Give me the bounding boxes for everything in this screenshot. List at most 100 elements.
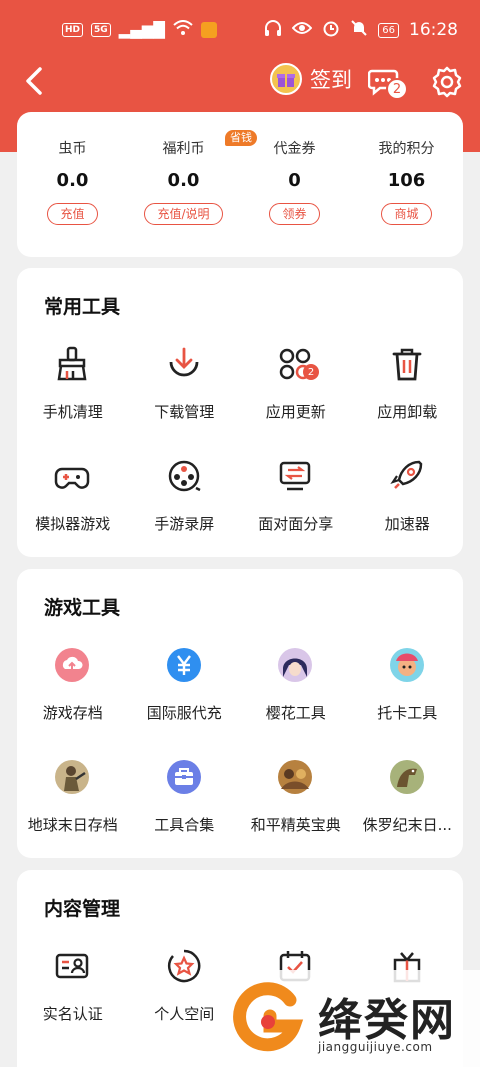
tool-intl-recharge[interactable]: 国际服代充 bbox=[129, 641, 241, 753]
rocket-icon bbox=[389, 460, 422, 489]
wallet-label: 虫币 bbox=[58, 141, 87, 157]
tool-peace-elite[interactable]: 和平精英宝典 bbox=[240, 753, 352, 865]
download-icon bbox=[169, 347, 198, 377]
site-watermark: 绛癸网 jiangguijiuye.com bbox=[222, 970, 480, 1067]
soldier-avatar bbox=[55, 760, 89, 794]
watermark-logo-icon bbox=[233, 982, 304, 1052]
game-tools-card: 游戏工具 游戏存档 国际服代充 樱花工具 托卡工具 地球末日存档 工具合集 和平… bbox=[17, 569, 463, 858]
alarm-icon bbox=[322, 19, 340, 41]
tool-label: 实名认证 bbox=[42, 1005, 103, 1023]
tool-label: 应用更新 bbox=[265, 403, 326, 421]
back-button[interactable] bbox=[22, 65, 52, 97]
tool-label: 国际服代充 bbox=[146, 704, 222, 722]
headphones-icon bbox=[264, 19, 282, 41]
mute-icon bbox=[350, 19, 368, 41]
tool-face-to-face-share[interactable]: 面对面分享 bbox=[240, 452, 352, 564]
tool-label: 面对面分享 bbox=[258, 515, 334, 533]
game-tools-grid: 游戏存档 国际服代充 樱花工具 托卡工具 地球末日存档 工具合集 和平精英宝典 bbox=[17, 641, 463, 865]
wallet-card: 虫币 0.0 充值 福利币 0.0 充值/说明 省钱 代金券 0 领券 我的积分… bbox=[17, 112, 463, 257]
tool-collection[interactable]: 工具合集 bbox=[129, 753, 241, 865]
chevron-left-icon bbox=[26, 67, 42, 95]
tool-last-day-save[interactable]: 地球末日存档 bbox=[17, 753, 129, 865]
tool-app-uninstall[interactable]: 应用卸载 bbox=[352, 340, 464, 452]
tool-emulator-games[interactable]: 模拟器游戏 bbox=[17, 452, 129, 564]
section-title: 常用工具 bbox=[44, 296, 121, 318]
tool-real-name[interactable]: 实名认证 bbox=[17, 942, 129, 1054]
battery-indicator: 66 bbox=[378, 22, 399, 38]
recharge-info-button[interactable]: 充值/说明 bbox=[144, 203, 223, 225]
cloud-upload-icon bbox=[55, 648, 89, 682]
section-title: 内容管理 bbox=[44, 898, 121, 920]
tool-game-save[interactable]: 游戏存档 bbox=[17, 641, 129, 753]
broom-icon bbox=[57, 346, 87, 381]
tool-phone-clean[interactable]: 手机清理 bbox=[17, 340, 129, 452]
tool-label: 和平精英宝典 bbox=[250, 816, 341, 834]
yen-icon bbox=[166, 648, 201, 682]
clock: 16:28 bbox=[409, 20, 458, 40]
tool-toca[interactable]: 托卡工具 bbox=[352, 641, 464, 753]
tool-label: 应用卸载 bbox=[377, 403, 438, 421]
gamepad-icon bbox=[54, 467, 90, 489]
tool-label: 模拟器游戏 bbox=[35, 515, 111, 533]
notification-app-icon bbox=[200, 22, 217, 38]
common-tools-card: 常用工具 手机清理 下载管理 2 应用更新 应用卸载 模拟器游戏 手游录屏 面对… bbox=[17, 268, 463, 557]
tool-label: 侏罗纪末日... bbox=[362, 816, 452, 834]
anime-girl-avatar bbox=[278, 648, 312, 682]
toca-character-avatar bbox=[389, 648, 424, 682]
wallet-value: 0.0 bbox=[167, 170, 200, 191]
gear-icon bbox=[432, 66, 462, 98]
wallet-voucher: 代金券 0 领券 bbox=[239, 112, 350, 225]
wallet-label: 我的积分 bbox=[378, 141, 435, 157]
signin-label: 签到 bbox=[310, 68, 352, 92]
get-voucher-button[interactable]: 领券 bbox=[269, 203, 320, 225]
wallet-welfare-coin: 福利币 0.0 充值/说明 bbox=[128, 112, 239, 225]
section-title: 游戏工具 bbox=[44, 597, 121, 619]
tool-label: 樱花工具 bbox=[265, 704, 326, 722]
tool-label: 地球末日存档 bbox=[27, 816, 118, 834]
wallet-value: 106 bbox=[387, 170, 426, 191]
tool-download-manager[interactable]: 下载管理 bbox=[129, 340, 241, 452]
settings-button[interactable] bbox=[430, 65, 464, 99]
tool-jurassic[interactable]: 侏罗纪末日... bbox=[352, 753, 464, 865]
top-nav: 签到 2 bbox=[0, 55, 480, 107]
wallet-value: 0 bbox=[288, 170, 301, 191]
signin-button[interactable]: 签到 bbox=[270, 63, 352, 95]
watermark-title: 绛癸网 bbox=[318, 995, 456, 1046]
tool-label: 手游录屏 bbox=[154, 515, 215, 533]
tool-label: 工具合集 bbox=[154, 816, 215, 834]
id-card-icon bbox=[55, 953, 89, 979]
update-count-badge: 2 bbox=[303, 364, 319, 380]
status-bar: HD 5G ▂▄▆█ 66 16:28 bbox=[0, 0, 480, 60]
watermark-url: jiangguijiuye.com bbox=[318, 1040, 433, 1054]
tool-screen-record[interactable]: 手游录屏 bbox=[129, 452, 241, 564]
toolbox-icon bbox=[166, 760, 201, 794]
gift-icon bbox=[270, 63, 302, 95]
recharge-button[interactable]: 充值 bbox=[47, 203, 98, 225]
wallet-bug-coin: 虫币 0.0 充值 bbox=[17, 112, 128, 225]
wallet-label: 代金券 bbox=[273, 141, 316, 157]
tool-accelerator[interactable]: 加速器 bbox=[352, 452, 464, 564]
mall-button[interactable]: 商城 bbox=[381, 203, 432, 225]
wallet-points: 我的积分 106 商城 bbox=[351, 112, 462, 225]
tool-app-update[interactable]: 2 应用更新 bbox=[240, 340, 352, 452]
pubg-avatar bbox=[278, 760, 312, 794]
common-tools-grid: 手机清理 下载管理 2 应用更新 应用卸载 模拟器游戏 手游录屏 面对面分享 加… bbox=[17, 340, 463, 564]
tool-label: 托卡工具 bbox=[377, 704, 438, 722]
tool-sakura[interactable]: 樱花工具 bbox=[240, 641, 352, 753]
wallet-label: 福利币 bbox=[162, 141, 205, 157]
face-to-face-share-icon bbox=[279, 461, 311, 491]
dinosaur-avatar bbox=[389, 760, 424, 794]
trash-icon bbox=[392, 348, 421, 381]
tool-label: 加速器 bbox=[384, 515, 430, 533]
signal-icon: ▂▄▆█ bbox=[118, 21, 165, 39]
tool-label: 游戏存档 bbox=[42, 704, 103, 722]
tool-label: 下载管理 bbox=[154, 403, 215, 421]
hd-indicator: HD bbox=[62, 23, 84, 37]
wifi-icon bbox=[173, 20, 193, 40]
message-count-badge: 2 bbox=[386, 78, 408, 100]
network-indicator: 5G bbox=[91, 23, 111, 37]
eye-icon bbox=[291, 21, 313, 39]
star-badge-icon bbox=[167, 949, 200, 983]
wallet-value: 0.0 bbox=[56, 170, 89, 191]
film-reel-icon bbox=[168, 460, 201, 492]
